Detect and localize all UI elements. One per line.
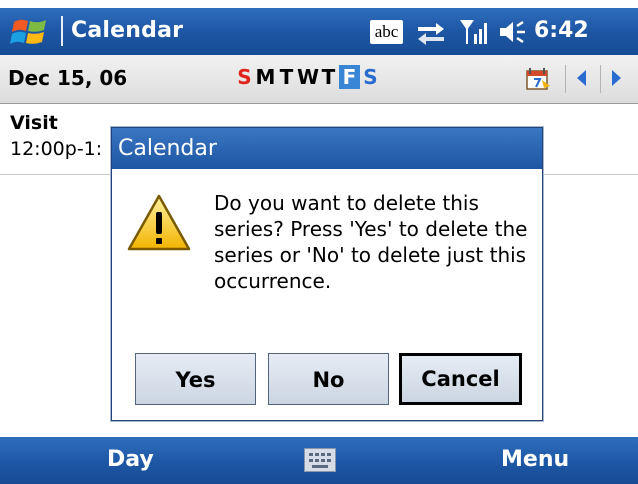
current-date[interactable]: Dec 15, 06 xyxy=(8,66,127,90)
nav-separator-2 xyxy=(600,65,601,93)
weekday-mon[interactable]: M xyxy=(255,65,276,89)
windows-start-icon[interactable] xyxy=(10,16,50,48)
connectivity-icon[interactable] xyxy=(414,18,448,46)
softkey-bar: Day Menu xyxy=(0,437,638,484)
nav-separator-1 xyxy=(565,65,566,93)
dialog-title: Calendar xyxy=(112,128,542,169)
title-bar: Calendar abc 6:42 xyxy=(0,0,638,55)
weekday-wed[interactable]: W xyxy=(297,65,319,89)
volume-icon[interactable] xyxy=(498,18,528,46)
cancel-button[interactable]: Cancel xyxy=(399,353,522,405)
next-week-icon[interactable] xyxy=(612,70,621,86)
weekday-tue[interactable]: T xyxy=(276,65,297,89)
weekday-sun[interactable]: S xyxy=(234,65,255,89)
go-to-today-icon[interactable] xyxy=(524,66,552,92)
appointment-title: Visit xyxy=(10,112,58,134)
title-separator xyxy=(61,16,63,46)
warning-icon xyxy=(127,194,191,251)
weekday-sat[interactable]: S xyxy=(360,65,381,89)
yes-button[interactable]: Yes xyxy=(135,353,256,405)
clock[interactable]: 6:42 xyxy=(534,18,589,43)
app-title: Calendar xyxy=(71,18,184,43)
weekday-fri-selected[interactable]: F xyxy=(339,65,360,89)
weekday-thu[interactable]: T xyxy=(318,65,339,89)
no-button[interactable]: No xyxy=(268,353,389,405)
date-bar: Dec 15, 06 S M T W T F S xyxy=(0,55,638,104)
signal-icon[interactable] xyxy=(458,18,490,46)
input-mode-indicator[interactable]: abc xyxy=(370,20,403,44)
dialog-message: Do you want to delete this series? Press… xyxy=(214,191,528,293)
previous-week-icon[interactable] xyxy=(577,70,586,86)
appointment-time: 12:00p-1: xyxy=(10,138,103,160)
delete-series-dialog: Calendar Do you want to delete this seri… xyxy=(111,127,543,421)
menu-softkey[interactable]: Menu xyxy=(501,447,569,472)
week-strip: S M T W T F S xyxy=(234,65,381,89)
keyboard-icon[interactable] xyxy=(304,448,336,472)
day-softkey[interactable]: Day xyxy=(107,447,154,472)
